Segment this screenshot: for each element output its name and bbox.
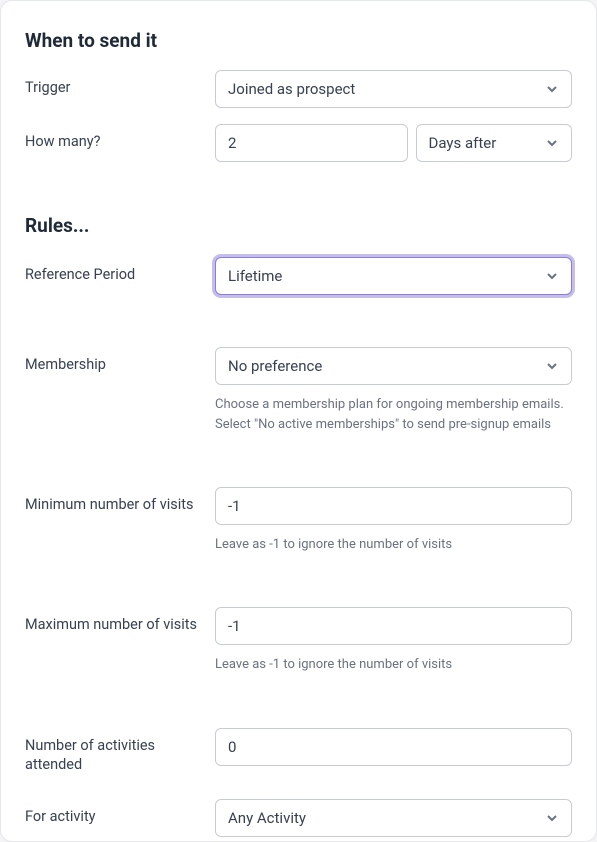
- how-many-label: How many?: [25, 124, 215, 152]
- row-max-visits: Maximum number of visits Leave as -1 to …: [25, 607, 572, 675]
- for-activity-select-wrap: [215, 799, 572, 837]
- how-many-unit-select[interactable]: [416, 124, 572, 162]
- how-many-unit-wrap: [416, 124, 572, 162]
- section-title-when: When to send it: [25, 29, 572, 52]
- for-activity-label: For activity: [25, 799, 215, 827]
- activities-attended-label: Number of activities attended: [25, 728, 215, 775]
- form-card: When to send it Trigger How many? Rules.…: [0, 0, 597, 842]
- activities-attended-input[interactable]: [215, 728, 572, 766]
- section-title-rules: Rules...: [25, 214, 572, 237]
- row-trigger: Trigger: [25, 70, 572, 108]
- trigger-label: Trigger: [25, 70, 215, 98]
- max-visits-label: Maximum number of visits: [25, 607, 215, 635]
- max-visits-helper: Leave as -1 to ignore the number of visi…: [215, 655, 572, 675]
- min-visits-input[interactable]: [215, 487, 572, 525]
- reference-period-select-wrap: [215, 257, 572, 295]
- membership-select-wrap: [215, 347, 572, 385]
- row-for-activity: For activity: [25, 799, 572, 837]
- max-visits-input[interactable]: [215, 607, 572, 645]
- membership-helper: Choose a membership plan for ongoing mem…: [215, 395, 572, 435]
- row-min-visits: Minimum number of visits Leave as -1 to …: [25, 487, 572, 555]
- membership-label: Membership: [25, 347, 215, 375]
- trigger-select[interactable]: [215, 70, 572, 108]
- row-reference-period: Reference Period: [25, 257, 572, 295]
- how-many-input[interactable]: [215, 124, 408, 162]
- membership-select[interactable]: [215, 347, 572, 385]
- row-how-many: How many?: [25, 124, 572, 162]
- min-visits-label: Minimum number of visits: [25, 487, 215, 515]
- reference-period-label: Reference Period: [25, 257, 215, 285]
- reference-period-select[interactable]: [215, 257, 572, 295]
- trigger-select-wrap: [215, 70, 572, 108]
- min-visits-helper: Leave as -1 to ignore the number of visi…: [215, 535, 572, 555]
- row-activities-attended: Number of activities attended: [25, 728, 572, 775]
- row-membership: Membership Choose a membership plan for …: [25, 347, 572, 435]
- for-activity-select[interactable]: [215, 799, 572, 837]
